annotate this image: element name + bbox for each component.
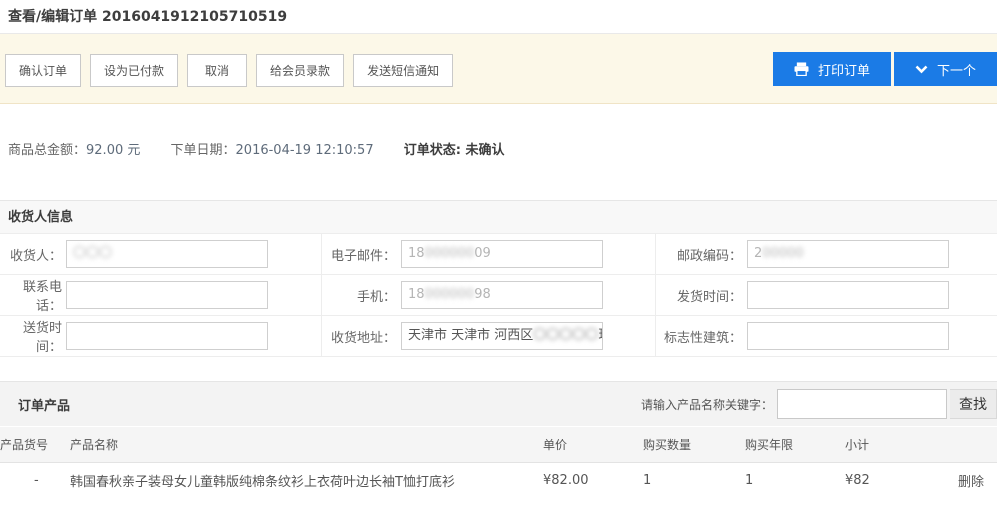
total-amount: 商品总金额：92.00 元	[8, 143, 140, 158]
address-visible-text: 天津市 天津市 河西区	[408, 328, 533, 343]
print-order-button[interactable]: 打印订单	[773, 52, 891, 86]
send-sms-button[interactable]: 发送短信通知	[353, 54, 453, 87]
products-table: 产品货号 产品名称 单价 购买数量 购买年限 小计 - 韩国春秋亲子装母女儿童韩…	[0, 427, 997, 499]
total-amount-value: 92.00 元	[86, 143, 140, 158]
delete-link[interactable]: 删除	[958, 475, 984, 490]
mobile-label: 手机：	[322, 286, 396, 305]
page-title: 查看/编辑订单 2016041912105710519	[0, 0, 997, 34]
telephone-label: 联系电话：	[0, 276, 62, 314]
redacted-text: 18	[408, 287, 425, 302]
field-landmark: 标志性建筑：	[656, 315, 997, 356]
set-paid-button[interactable]: 设为已付款	[90, 54, 178, 87]
product-years: 1	[745, 462, 845, 499]
field-telephone: 联系电话：	[0, 274, 322, 315]
order-date-label: 下单日期：	[171, 143, 236, 158]
print-order-label: 打印订单	[818, 60, 870, 79]
table-row: - 韩国春秋亲子装母女儿童韩版纯棉条纹衫上衣荷叶边长袖T恤打底衫 ¥82.00 …	[0, 462, 997, 499]
redacted-text: 98	[474, 287, 491, 302]
order-summary: 商品总金额：92.00 元 下单日期：2016-04-19 12:10:57 订…	[0, 104, 997, 200]
zipcode-input[interactable]: 200000	[747, 240, 949, 268]
redacted-text: 000000	[425, 246, 475, 261]
order-date-value: 2016-04-19 12:10:57	[236, 143, 374, 158]
confirm-order-button[interactable]: 确认订单	[5, 54, 81, 87]
column-price: 单价	[543, 427, 643, 462]
toolbar: 确认订单 设为已付款 取消 给会员录款 发送短信通知 打印订单 下一个	[0, 34, 997, 104]
product-sku: -	[0, 462, 70, 499]
email-input[interactable]: 1800000009	[401, 240, 603, 268]
product-qty: 1	[643, 462, 745, 499]
product-name-link[interactable]: 韩国春秋亲子装母女儿童韩版纯棉条纹衫上衣荷叶边长袖T恤打底衫	[70, 462, 543, 499]
product-search-input[interactable]	[777, 389, 947, 419]
chevron-down-icon	[915, 65, 928, 74]
redacted-text: 09	[474, 246, 491, 261]
column-qty: 购买数量	[643, 427, 745, 462]
consignee-form: 收货人： 〇〇〇 电子邮件： 1800000009 邮政编码： 200000 联…	[0, 233, 997, 357]
products-section-bar: 订单产品 请输入产品名称关键字： 查找	[0, 381, 997, 427]
address-input[interactable]: 天津市 天津市 河西区〇〇〇〇〇现	[401, 322, 603, 350]
redacted-text: 00000	[762, 246, 803, 261]
field-address: 收货地址： 天津市 天津市 河西区〇〇〇〇〇现	[322, 315, 656, 356]
record-payment-button[interactable]: 给会员录款	[256, 54, 344, 87]
column-name: 产品名称	[70, 427, 543, 462]
ship-time-label: 发货时间：	[656, 286, 742, 305]
consignee-section-title: 收货人信息	[0, 200, 997, 233]
mobile-input[interactable]: 1800000098	[401, 281, 603, 309]
consignee-name-input[interactable]: 〇〇〇	[66, 240, 268, 268]
field-delivery-time: 送货时间：	[0, 315, 322, 356]
delivery-time-label: 送货时间：	[0, 317, 62, 355]
redacted-text: 000000	[425, 287, 475, 302]
landmark-input[interactable]	[747, 322, 949, 350]
column-years: 购买年限	[745, 427, 845, 462]
email-label: 电子邮件：	[322, 245, 396, 264]
products-section-title: 订单产品	[18, 395, 70, 414]
products-table-header: 产品货号 产品名称 单价 购买数量 购买年限 小计	[0, 427, 997, 462]
redacted-text: 18	[408, 246, 425, 261]
address-label: 收货地址：	[322, 327, 396, 346]
total-amount-label: 商品总金额：	[8, 143, 86, 158]
product-price: ¥82.00	[543, 462, 643, 499]
address-visible-text: 现	[598, 328, 603, 343]
order-status: 订单状态: 未确认	[404, 143, 505, 158]
order-status-badge: 未确认	[465, 143, 504, 158]
field-email: 电子邮件： 1800000009	[322, 233, 656, 274]
toolbar-right-group: 打印订单 下一个	[770, 52, 997, 86]
product-search-area: 请输入产品名称关键字： 查找	[641, 389, 997, 419]
column-action	[945, 427, 997, 462]
product-search-label: 请输入产品名称关键字：	[641, 396, 773, 413]
delivery-time-input[interactable]	[66, 322, 268, 350]
field-zipcode: 邮政编码： 200000	[656, 233, 997, 274]
telephone-input[interactable]	[66, 281, 268, 309]
column-sku: 产品货号	[0, 427, 70, 462]
next-order-label: 下一个	[937, 60, 976, 79]
search-button[interactable]: 查找	[950, 389, 997, 419]
field-ship-time: 发货时间：	[656, 274, 997, 315]
zipcode-label: 邮政编码：	[656, 245, 742, 264]
ship-time-input[interactable]	[747, 281, 949, 309]
next-order-button[interactable]: 下一个	[894, 52, 997, 86]
order-date: 下单日期：2016-04-19 12:10:57	[171, 143, 374, 158]
redacted-text: 〇〇〇〇〇	[533, 328, 598, 343]
field-mobile: 手机： 1800000098	[322, 274, 656, 315]
column-subtotal: 小计	[845, 427, 945, 462]
spacer	[0, 357, 997, 381]
redacted-text: 〇〇〇	[73, 246, 112, 261]
landmark-label: 标志性建筑：	[656, 327, 742, 346]
printer-icon	[794, 62, 809, 76]
order-status-label: 订单状态:	[404, 143, 466, 158]
field-consignee-name: 收货人： 〇〇〇	[0, 233, 322, 274]
cancel-button[interactable]: 取消	[187, 54, 247, 87]
product-subtotal: ¥82	[845, 462, 945, 499]
consignee-name-label: 收货人：	[0, 245, 62, 264]
